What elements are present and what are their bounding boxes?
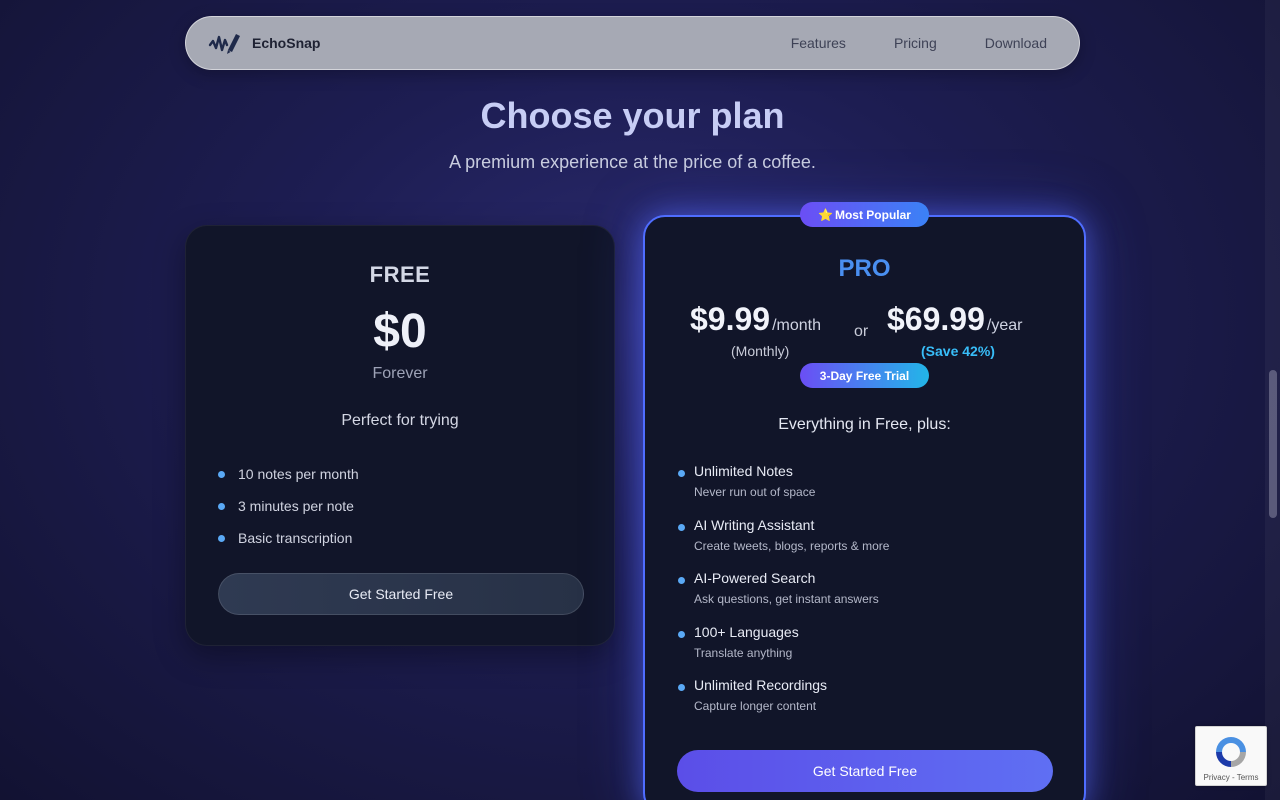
monthly-price: $9.99 (690, 301, 771, 337)
bullet-dot-icon (218, 534, 225, 542)
logo[interactable]: EchoSnap (208, 30, 320, 56)
nav-links: Features Pricing Download (791, 35, 1057, 51)
monthly-note: (Monthly) (731, 343, 790, 359)
free-trial-badge: 3-Day Free Trial (800, 363, 929, 388)
nav-link-features[interactable]: Features (791, 35, 846, 51)
yearly-price-block: $69.99/year (Save 42%) (887, 301, 1023, 359)
feature-title: Unlimited Notes (694, 463, 793, 479)
recaptcha-link-separator: - (1231, 773, 1235, 782)
recaptcha-terms-link[interactable]: Terms (1237, 773, 1259, 782)
soundwave-pen-logo-icon (208, 34, 240, 54)
bullet-dot-icon (218, 502, 225, 510)
free-plan-name: FREE (369, 262, 431, 287)
feature-item: AI Writing Assistant Create tweets, blogs… (678, 517, 889, 571)
free-plan-price: $0 (373, 305, 427, 358)
scrollbar-thumb[interactable] (1269, 370, 1277, 518)
feature-title: Unlimited Recordings (694, 677, 828, 694)
feature-item: AI-Powered Search Ask questions, get inst… (678, 570, 889, 624)
bullet-dot-icon (678, 630, 685, 638)
feature-subtitle: Capture longer content (694, 699, 817, 714)
free-get-started-button[interactable]: Get Started Free (218, 573, 584, 615)
pro-plan-intro: Everything in Free, plus: (778, 416, 951, 433)
pro-plan-feature-list: Unlimited Notes Never run out of space AI… (678, 463, 889, 731)
feature-item: Unlimited Recordings Capture longer conte… (678, 677, 889, 731)
scrollbar-track[interactable] (1265, 0, 1280, 800)
monthly-unit: /month (772, 317, 821, 334)
recaptcha-links: Privacy - Terms (1196, 773, 1266, 782)
star-icon: ⭐ (818, 207, 833, 222)
feature-subtitle: Create tweets, blogs, reports & more (694, 538, 890, 553)
free-plan-feature-list: 10 notes per month 3 minutes per note Ba… (218, 458, 359, 554)
bullet-dot-icon (678, 470, 685, 477)
feature-label: 10 notes per month (238, 466, 359, 482)
feature-item: 100+ Languages Translate anything (678, 624, 889, 678)
recaptcha-privacy-link[interactable]: Privacy (1204, 773, 1230, 782)
pro-plan-name: PRO (838, 255, 891, 282)
bullet-dot-icon (218, 470, 225, 478)
yearly-unit: /year (986, 317, 1023, 334)
feature-item: Basic transcription (218, 522, 359, 554)
free-plan-period: Forever (372, 365, 428, 382)
free-plan-tagline: Perfect for trying (341, 412, 459, 429)
brand-name: EchoSnap (252, 35, 321, 51)
bullet-dot-icon (678, 577, 685, 585)
feature-title: 100+ Languages (694, 623, 799, 640)
yearly-price: $69.99 (887, 301, 985, 337)
nav-link-pricing[interactable]: Pricing (894, 35, 937, 51)
pro-plan-card: PRO $9.99/month (Monthly) or $69.99/year… (643, 215, 1086, 800)
feature-subtitle: Never run out of space (694, 485, 816, 499)
price-or-separator: or (854, 323, 869, 340)
recaptcha-icon (1216, 737, 1246, 767)
free-plan-card: FREE $0 Forever Perfect for trying 10 no… (185, 225, 615, 646)
feature-item: 3 minutes per note (218, 490, 359, 522)
feature-title: AI-Powered Search (694, 570, 816, 587)
feature-item: 10 notes per month (218, 458, 359, 490)
most-popular-badge: ⭐ Most Popular (800, 202, 929, 227)
page-title: Choose your plan (480, 95, 785, 136)
nav-link-download[interactable]: Download (985, 35, 1047, 51)
feature-item: Unlimited Notes Never run out of space (678, 463, 889, 517)
feature-label: Basic transcription (238, 530, 353, 546)
feature-title: AI Writing Assistant (694, 516, 815, 533)
pro-get-started-button[interactable]: Get Started Free (677, 750, 1053, 792)
page-subtitle: A premium experience at the price of a c… (449, 152, 816, 172)
recaptcha-badge[interactable]: Privacy - Terms (1195, 726, 1267, 786)
feature-label: 3 minutes per note (238, 498, 354, 514)
monthly-price-block: $9.99/month (Monthly) (690, 301, 821, 359)
most-popular-label: Most Popular (834, 207, 911, 222)
bullet-dot-icon (678, 684, 685, 692)
bullet-dot-icon (678, 523, 685, 531)
feature-subtitle: Translate anything (694, 645, 793, 660)
yearly-savings-note: (Save 42%) (921, 343, 995, 359)
navbar: EchoSnap Features Pricing Download (185, 16, 1080, 70)
feature-subtitle: Ask questions, get instant answers (694, 592, 879, 607)
